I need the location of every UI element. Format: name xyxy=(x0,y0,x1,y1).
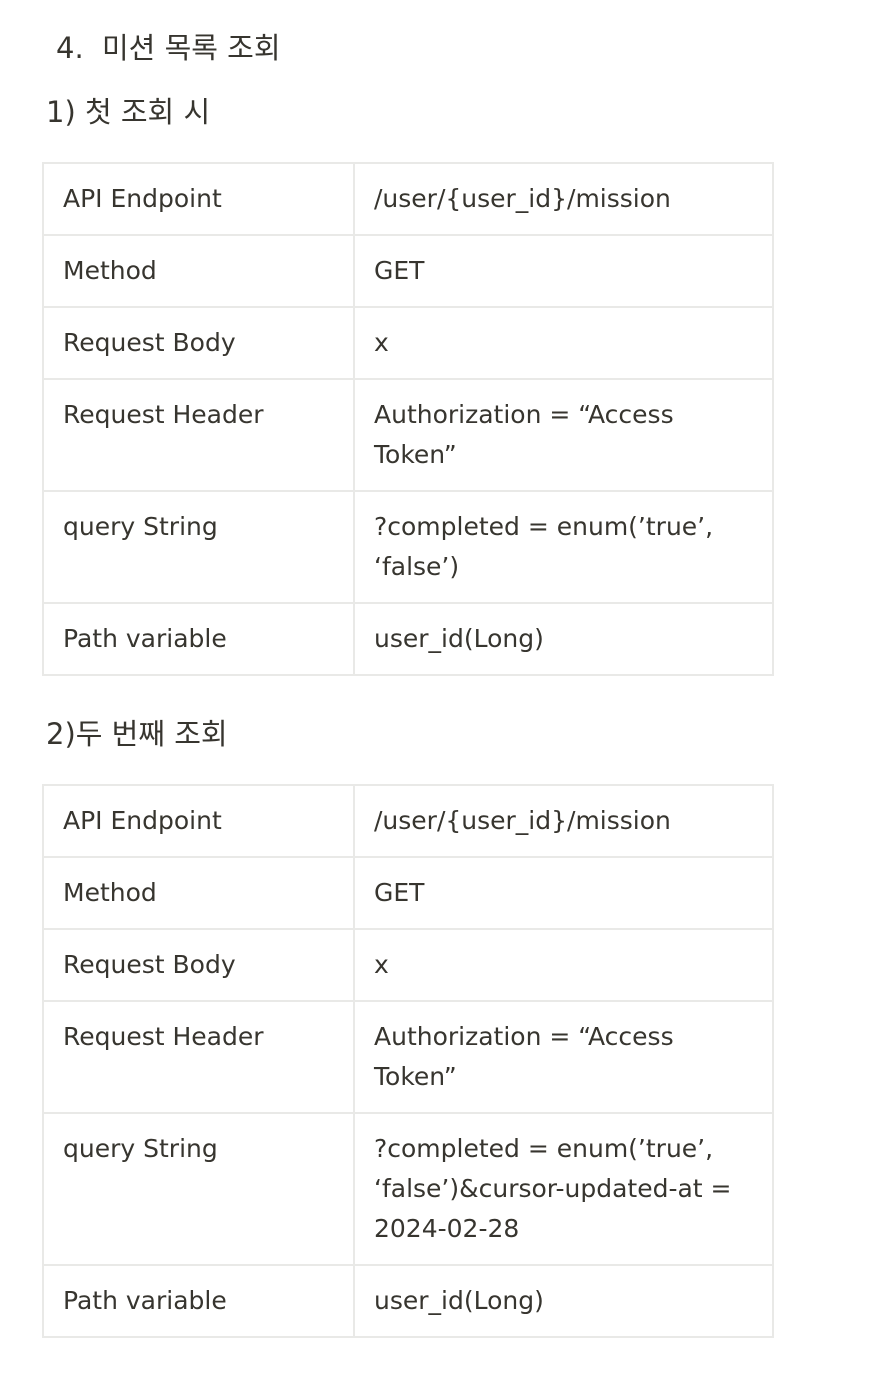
row-value: GET xyxy=(353,856,774,930)
section-title-text: 미션 목록 조회 xyxy=(102,31,281,65)
row-key: API Endpoint xyxy=(42,784,355,858)
row-key: Request Header xyxy=(42,378,355,492)
table-row: Path variable user_id(Long) xyxy=(42,1264,774,1338)
row-value: ?completed = enum(’true’, ‘false’)&curso… xyxy=(353,1112,774,1266)
table-row: query String ?completed = enum(’true’, ‘… xyxy=(42,490,774,604)
table-row: Method GET xyxy=(42,856,774,930)
section-number: 4. xyxy=(56,31,84,65)
row-key: Request Body xyxy=(42,306,355,380)
row-value: user_id(Long) xyxy=(353,602,774,676)
row-key: query String xyxy=(42,490,355,604)
row-value: Authorization = “Access Token” xyxy=(353,378,774,492)
subsection-heading-first-query: 1) 첫 조회 시 xyxy=(46,95,211,129)
row-key: query String xyxy=(42,1112,355,1266)
table-row: Request Header Authorization = “Access T… xyxy=(42,378,774,492)
row-key: Request Header xyxy=(42,1000,355,1114)
row-value: GET xyxy=(353,234,774,308)
subsection-heading-second-query: 2)두 번째 조회 xyxy=(46,717,228,751)
row-value: /user/{user_id}/mission xyxy=(353,784,774,858)
table-row: Method GET xyxy=(42,234,774,308)
row-key: Method xyxy=(42,234,355,308)
table-row: Path variable user_id(Long) xyxy=(42,602,774,676)
table-row: API Endpoint /user/{user_id}/mission xyxy=(42,162,774,236)
row-value: ?completed = enum(’true’, ‘false’) xyxy=(353,490,774,604)
row-key: API Endpoint xyxy=(42,162,355,236)
table-row: query String ?completed = enum(’true’, ‘… xyxy=(42,1112,774,1266)
row-key: Path variable xyxy=(42,1264,355,1338)
row-value: x xyxy=(353,928,774,1002)
section-title: 4. 미션 목록 조회 xyxy=(56,26,281,70)
row-value: x xyxy=(353,306,774,380)
api-spec-table-second-query: API Endpoint /user/{user_id}/mission Met… xyxy=(42,784,774,1338)
api-spec-table-first-query: API Endpoint /user/{user_id}/mission Met… xyxy=(42,162,774,676)
row-value: /user/{user_id}/mission xyxy=(353,162,774,236)
row-key: Request Body xyxy=(42,928,355,1002)
row-value: Authorization = “Access Token” xyxy=(353,1000,774,1114)
table-row: Request Body x xyxy=(42,928,774,1002)
row-value: user_id(Long) xyxy=(353,1264,774,1338)
row-key: Method xyxy=(42,856,355,930)
table-row: Request Header Authorization = “Access T… xyxy=(42,1000,774,1114)
table-row: Request Body x xyxy=(42,306,774,380)
row-key: Path variable xyxy=(42,602,355,676)
table-row: API Endpoint /user/{user_id}/mission xyxy=(42,784,774,858)
